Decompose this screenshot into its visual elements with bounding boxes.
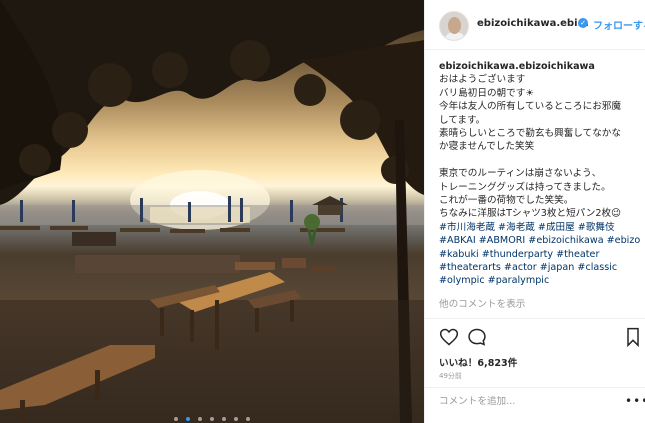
verified-badge-icon: ✓ <box>578 18 588 28</box>
post-photo[interactable] <box>0 0 424 423</box>
carousel-dot[interactable] <box>234 417 239 421</box>
carousel-dot[interactable] <box>173 417 178 421</box>
caption-author[interactable]: ebizoichikawa.ebizoichikawa <box>439 60 639 73</box>
post-timestamp[interactable]: 49分前 <box>439 371 462 381</box>
follow-button[interactable]: フォローする <box>593 17 645 32</box>
hashtag-list: #市川海老蔵 #海老蔵 #成田屋 #歌舞伎 #ABKAI #ABMORI #eb… <box>439 221 640 288</box>
caption-line: か寝ませんでした笑笑 <box>439 141 535 153</box>
beach-sunset-scene <box>0 0 424 423</box>
caption-line: 素晴らしいところで勸玄も興奮してなかな <box>439 128 621 140</box>
hashtag-line[interactable]: #theaterarts #actor #japan #classic <box>439 261 639 274</box>
carousel-indicator[interactable] <box>0 406 424 423</box>
caption-line: おはようございます <box>439 74 526 86</box>
caption-line: これが一番の荷物でした笑笑。 <box>439 195 574 207</box>
hashtag-line[interactable]: #ABKAI #ABMORI #ebizoichikawa #ebizo <box>439 234 640 247</box>
hashtag-line[interactable]: #kabuki #thunderparty #theater <box>439 248 639 261</box>
heart-icon[interactable] <box>439 327 459 347</box>
carousel-dot[interactable] <box>197 417 202 421</box>
bookmark-icon[interactable] <box>625 327 641 347</box>
like-count[interactable]: いいね！6,823件 <box>439 355 517 369</box>
caption-line: 東京でのルーティンは崩さないよう、 <box>439 168 602 180</box>
comment-input[interactable] <box>439 396 599 407</box>
avatar-face-shape <box>448 17 461 34</box>
post-sidebar: ebizoichikawa.ebi... ✓ フォローする ebizoichik… <box>424 0 645 423</box>
caption-line: してます。 <box>439 114 486 126</box>
load-more-comments-link[interactable]: 他のコメントを表示 <box>439 296 525 310</box>
avatar[interactable] <box>439 11 469 41</box>
more-options-icon[interactable]: ••• <box>625 394 645 408</box>
carousel-dot[interactable] <box>210 417 214 421</box>
caption-line: 今年は友人の所有しているところにお邪魔 <box>439 101 621 113</box>
caption-line: ちなみに洋服はTシャツ3枚と短パン2枚😉 <box>439 208 622 220</box>
post-actions: いいね！6,823件 49分前 ••• <box>425 318 645 418</box>
speech-bubble-icon[interactable] <box>467 327 487 347</box>
carousel-dot-active[interactable] <box>185 417 190 421</box>
hashtag-line[interactable]: #市川海老蔵 #海老蔵 #成田屋 #歌舞伎 <box>439 221 639 234</box>
post-header: ebizoichikawa.ebi... ✓ フォローする <box>425 0 645 50</box>
comment-form: ••• <box>425 387 645 423</box>
carousel-dot[interactable] <box>222 417 227 421</box>
caption-line: トレーニンググッズは持ってきました。 <box>439 181 611 193</box>
carousel-dot[interactable] <box>246 417 251 421</box>
caption: ebizoichikawa.ebizoichikawa おはようございます バリ… <box>439 60 640 288</box>
caption-line: バリ島初日の朝です☀ <box>439 87 534 99</box>
post-author-handle[interactable]: ebizoichikawa.ebi... <box>477 18 589 29</box>
hashtag-line[interactable]: #olympic #paralympic <box>439 274 639 287</box>
